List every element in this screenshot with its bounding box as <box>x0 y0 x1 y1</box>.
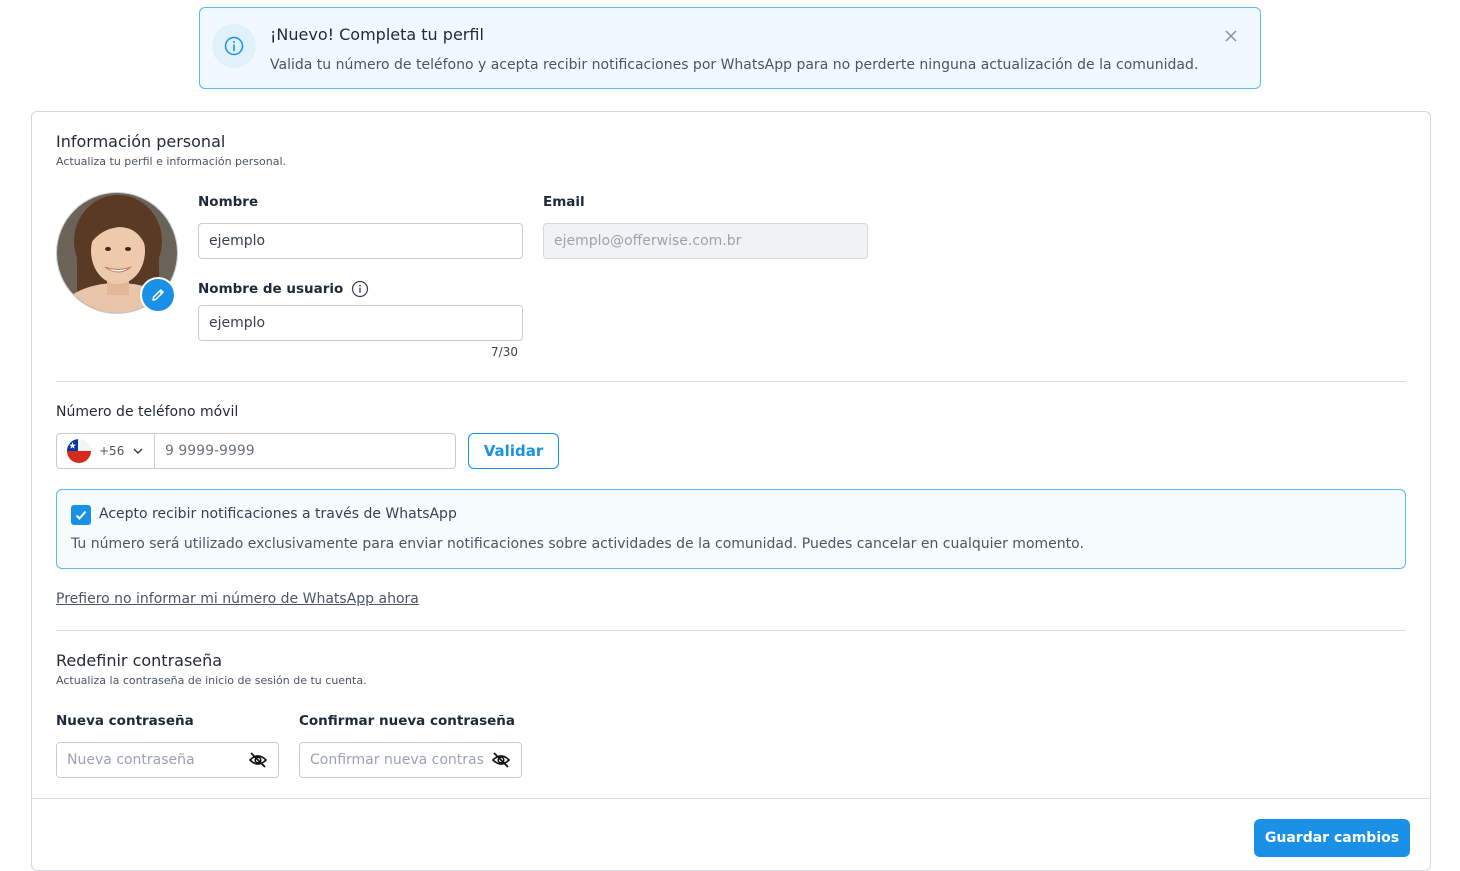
profile-banner: ¡Nuevo! Completa tu perfil Valida tu núm… <box>199 7 1261 89</box>
username-label-row: Nombre de usuario <box>198 280 369 298</box>
whatsapp-checkbox[interactable] <box>71 505 91 525</box>
personal-info-subtitle: Actualiza tu perfil e información person… <box>56 155 287 168</box>
divider <box>56 381 1406 382</box>
phone-input[interactable]: 9 9999-9999 <box>155 443 455 459</box>
username-input[interactable]: ejemplo <box>198 305 523 341</box>
name-input[interactable]: ejemplo <box>198 223 523 259</box>
chile-flag-icon <box>67 439 91 463</box>
edit-avatar-button[interactable] <box>140 277 176 313</box>
validate-button[interactable]: Validar <box>468 433 559 469</box>
profile-card: Información personal Actualiza tu perfil… <box>31 111 1431 871</box>
phone-field: +56 9 9999-9999 <box>56 433 456 469</box>
save-button[interactable]: Guardar cambios <box>1254 819 1410 857</box>
country-selector[interactable]: +56 <box>57 434 155 468</box>
username-value: ejemplo <box>209 315 266 331</box>
name-label: Nombre <box>198 194 259 210</box>
country-code: +56 <box>99 444 125 458</box>
info-icon <box>212 24 256 68</box>
close-icon[interactable] <box>1224 28 1238 42</box>
phone-label: Número de teléfono móvil <box>56 404 239 420</box>
banner-text: Valida tu número de teléfono y acepta re… <box>270 57 1199 73</box>
phone-placeholder: 9 9999-9999 <box>165 443 255 459</box>
email-field: ejemplo@offerwise.com.br <box>543 223 868 259</box>
check-icon <box>75 510 87 520</box>
username-counter: 7/30 <box>491 345 518 359</box>
email-value: ejemplo@offerwise.com.br <box>554 233 742 249</box>
banner-title: ¡Nuevo! Completa tu perfil <box>270 25 484 44</box>
confirm-password-input[interactable]: Confirmar nueva contras <box>299 742 522 778</box>
divider <box>56 630 1406 631</box>
new-password-input[interactable]: Nueva contraseña <box>56 742 279 778</box>
info-icon[interactable] <box>351 280 369 298</box>
confirm-password-label: Confirmar nueva contraseña <box>299 713 515 729</box>
skip-whatsapp-link[interactable]: Prefiero no informar mi número de WhatsA… <box>56 591 419 607</box>
whatsapp-consent-box: Acepto recibir notificaciones a través d… <box>56 489 1406 569</box>
personal-info-title: Información personal <box>56 132 226 151</box>
new-password-label: Nueva contraseña <box>56 713 194 729</box>
pencil-icon <box>152 289 164 301</box>
password-subtitle: Actualiza la contraseña de inicio de ses… <box>56 674 367 687</box>
footer-divider <box>32 798 1430 799</box>
chevron-down-icon <box>133 448 143 455</box>
eye-off-icon[interactable] <box>491 750 511 770</box>
new-password-placeholder: Nueva contraseña <box>67 752 195 768</box>
username-label: Nombre de usuario <box>198 281 344 297</box>
email-label: Email <box>543 194 585 210</box>
whatsapp-checkbox-label[interactable]: Acepto recibir notificaciones a través d… <box>99 506 457 522</box>
confirm-password-placeholder: Confirmar nueva contras <box>310 752 484 768</box>
name-value: ejemplo <box>209 233 266 249</box>
eye-off-icon[interactable] <box>248 750 268 770</box>
whatsapp-note: Tu número será utilizado exclusivamente … <box>71 536 1084 552</box>
password-title: Redefinir contraseña <box>56 651 223 670</box>
